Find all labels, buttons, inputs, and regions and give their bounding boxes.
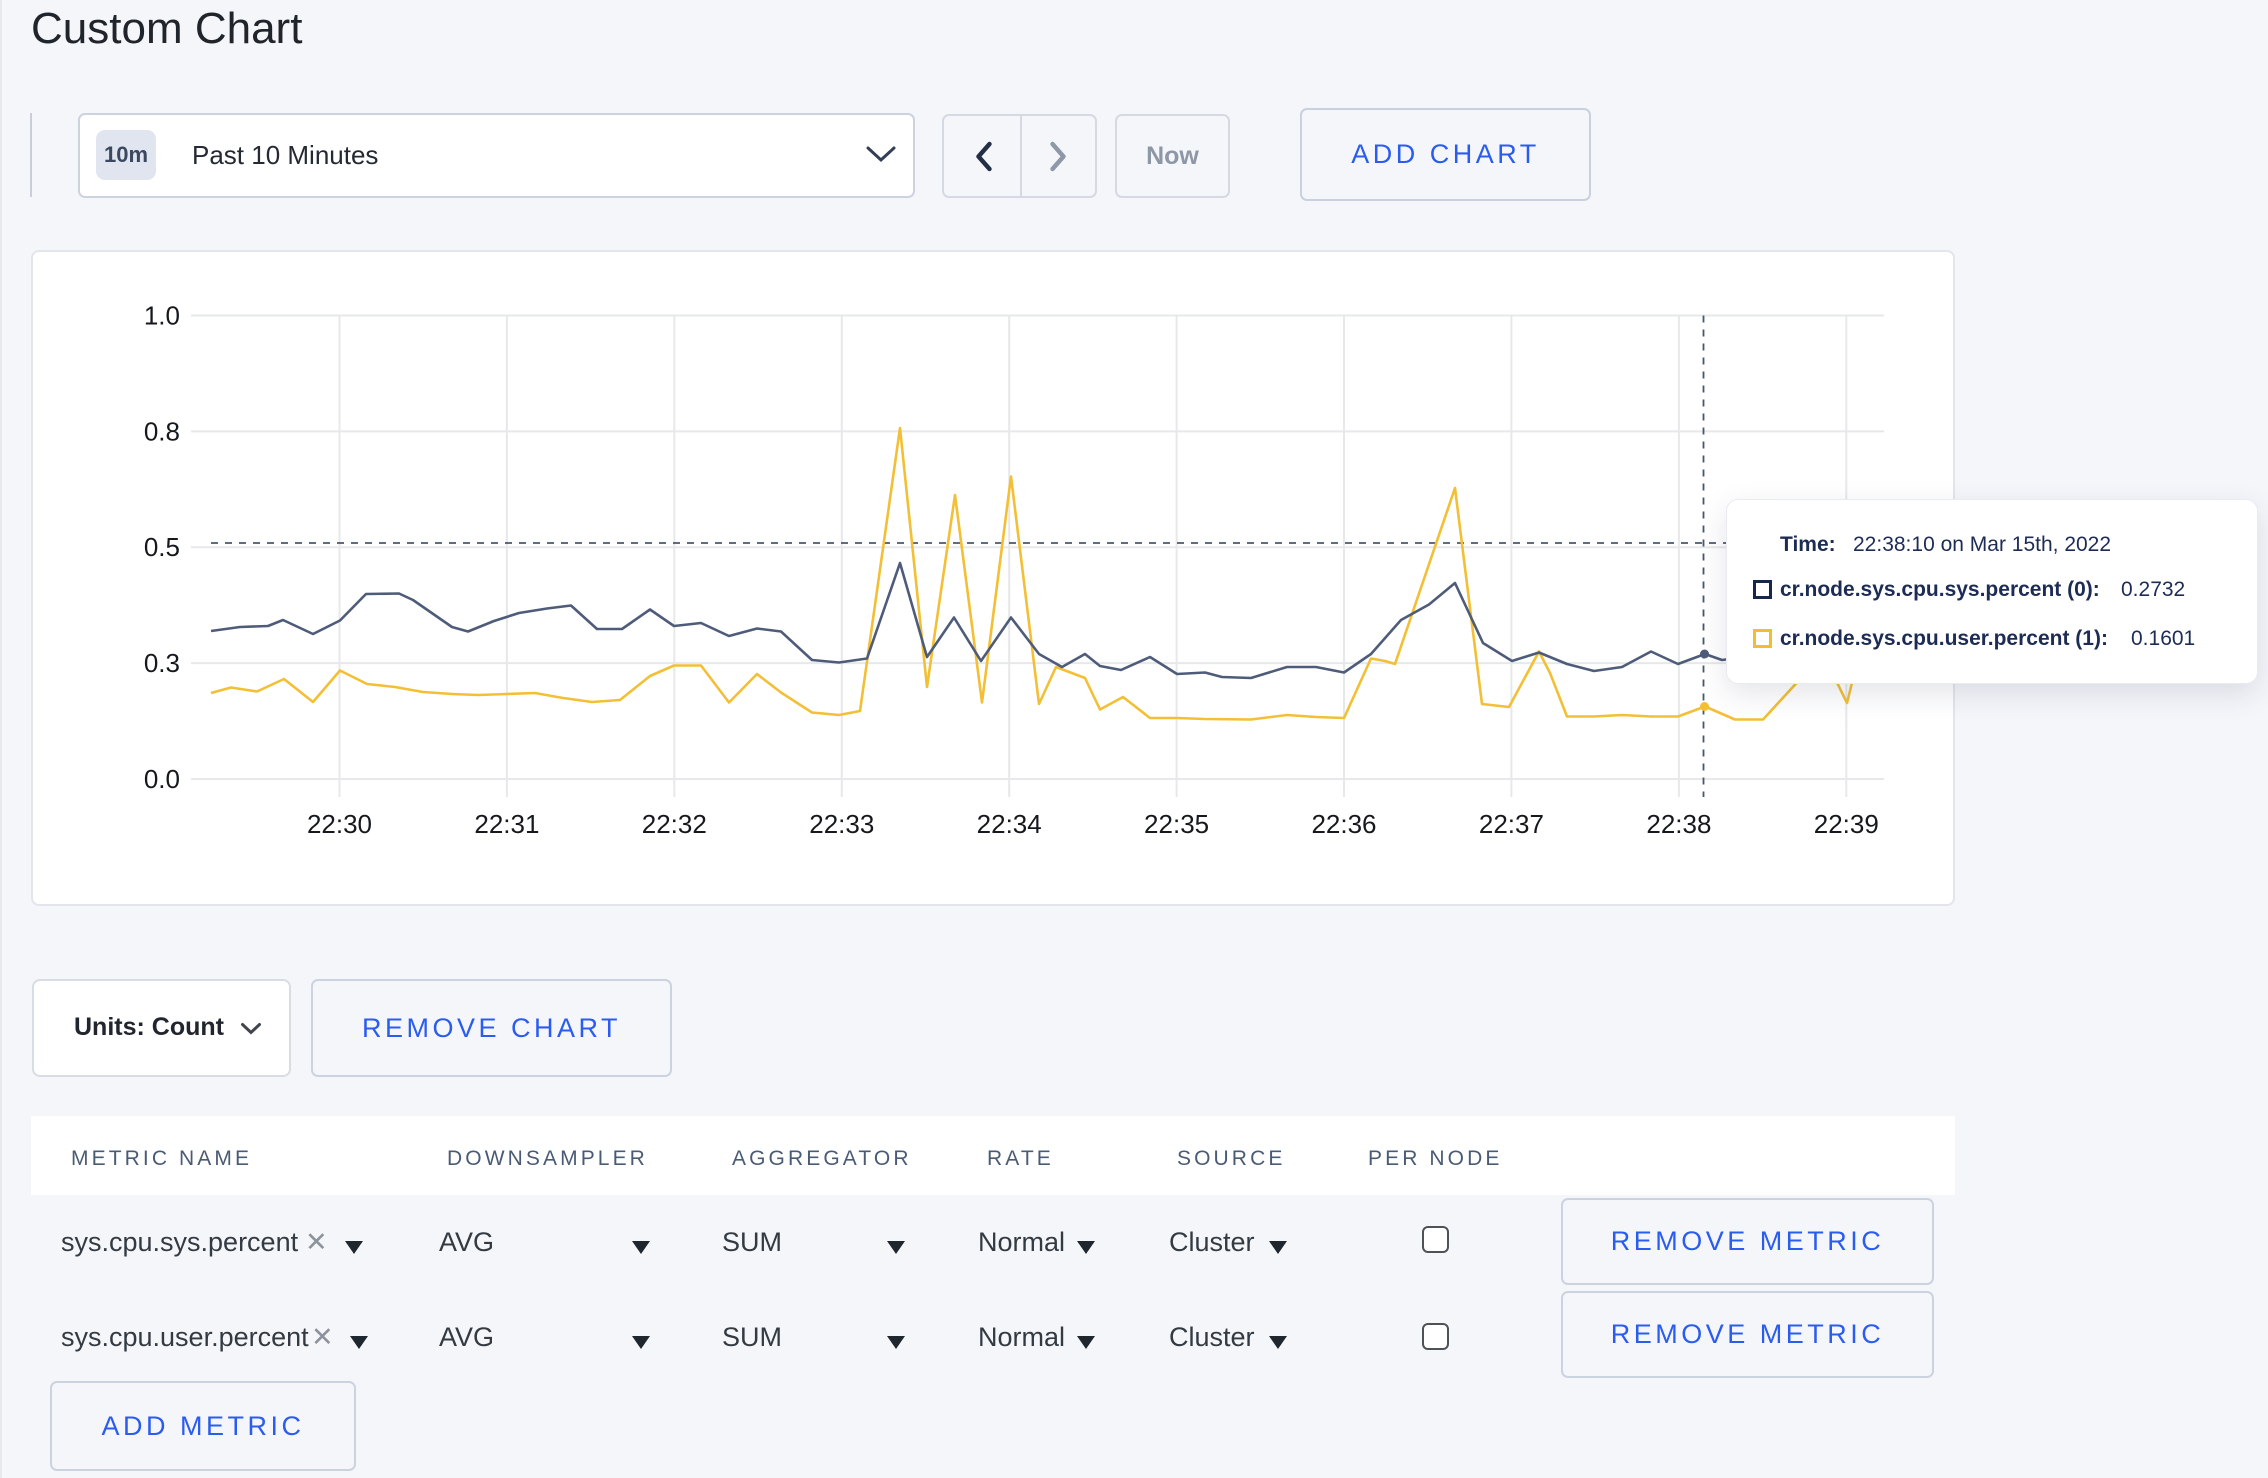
svg-text:22:39: 22:39 [1814, 809, 1879, 839]
svg-text:0.0: 0.0 [144, 764, 180, 794]
svg-text:22:30: 22:30 [307, 809, 372, 839]
svg-text:1.0: 1.0 [144, 301, 180, 331]
svg-text:22:33: 22:33 [809, 809, 874, 839]
svg-text:22:36: 22:36 [1311, 809, 1376, 839]
svg-text:22:35: 22:35 [1144, 809, 1209, 839]
svg-text:22:31: 22:31 [474, 809, 539, 839]
svg-text:0.8: 0.8 [144, 416, 180, 446]
svg-text:22:32: 22:32 [642, 809, 707, 839]
svg-text:0.5: 0.5 [144, 532, 180, 562]
svg-text:22:38: 22:38 [1646, 809, 1711, 839]
svg-text:22:37: 22:37 [1479, 809, 1544, 839]
svg-text:22:34: 22:34 [977, 809, 1042, 839]
svg-text:0.3: 0.3 [144, 648, 180, 678]
